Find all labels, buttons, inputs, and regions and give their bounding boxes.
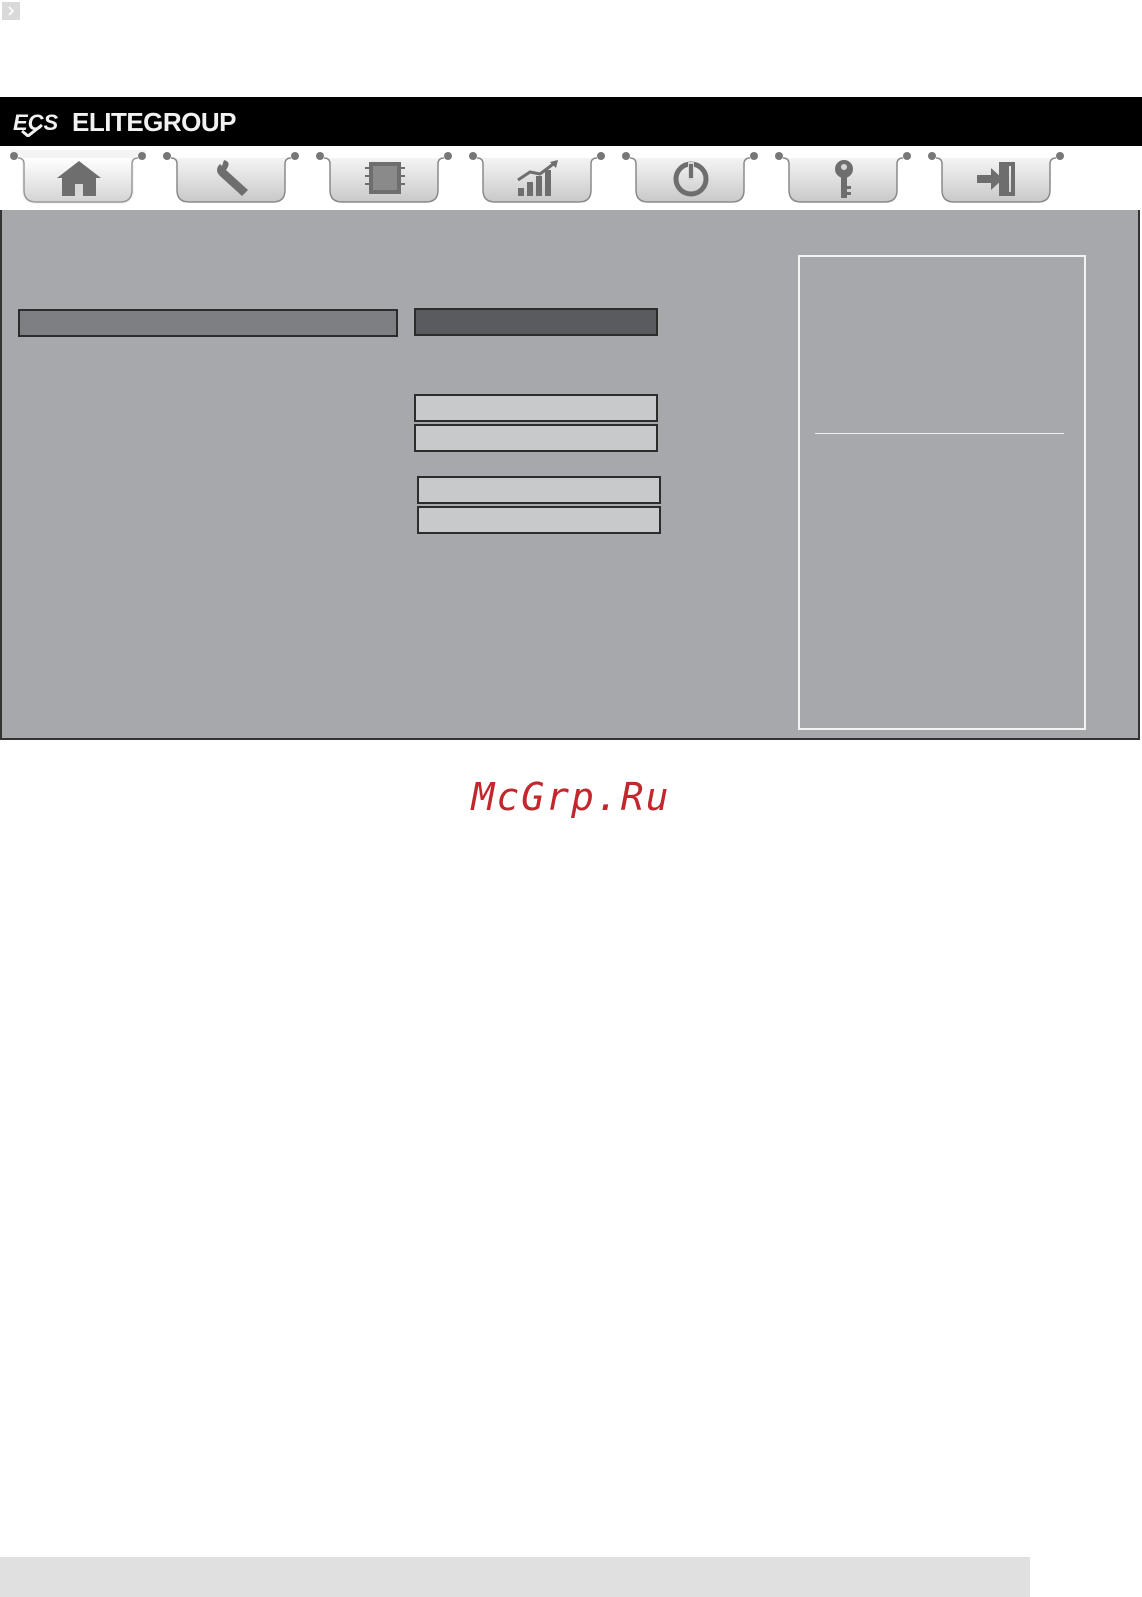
tab-advanced[interactable] [161, 150, 303, 208]
footer-strip [0, 1557, 1030, 1597]
help-divider [815, 433, 1064, 434]
value-field-2[interactable] [414, 424, 658, 452]
tab-performance[interactable] [467, 150, 609, 208]
chip-icon [365, 162, 405, 194]
tab-security[interactable] [773, 150, 915, 208]
selected-value-field[interactable] [414, 308, 658, 336]
value-field-4[interactable] [417, 506, 661, 534]
ecs-logo-mark: ECS [13, 110, 59, 137]
main-tab-bar [0, 146, 1142, 210]
power-icon [673, 161, 709, 197]
exit-icon [977, 162, 1015, 196]
key-icon [835, 160, 853, 198]
expand-button[interactable] [2, 2, 20, 20]
value-field-1[interactable] [414, 394, 658, 422]
home-icon [57, 161, 101, 196]
help-panel [798, 255, 1086, 730]
wrench-icon [217, 160, 248, 196]
tab-main[interactable] [8, 150, 150, 208]
brand-name: ELITEGROUP [72, 106, 237, 137]
settings-panel [0, 210, 1140, 740]
settings-item-bar[interactable] [18, 309, 398, 337]
tab-chipset[interactable] [314, 150, 456, 208]
value-field-3[interactable] [417, 476, 661, 504]
watermark: McGrp.Ru [471, 775, 671, 819]
tab-power[interactable] [620, 150, 762, 208]
brand-header: ECS ELITEGROUP [0, 97, 1142, 146]
ecs-logo: ECS ELITEGROUP [12, 104, 237, 140]
tab-exit[interactable] [926, 150, 1068, 208]
chevron-right-icon [8, 6, 15, 16]
chart-icon [517, 160, 558, 196]
